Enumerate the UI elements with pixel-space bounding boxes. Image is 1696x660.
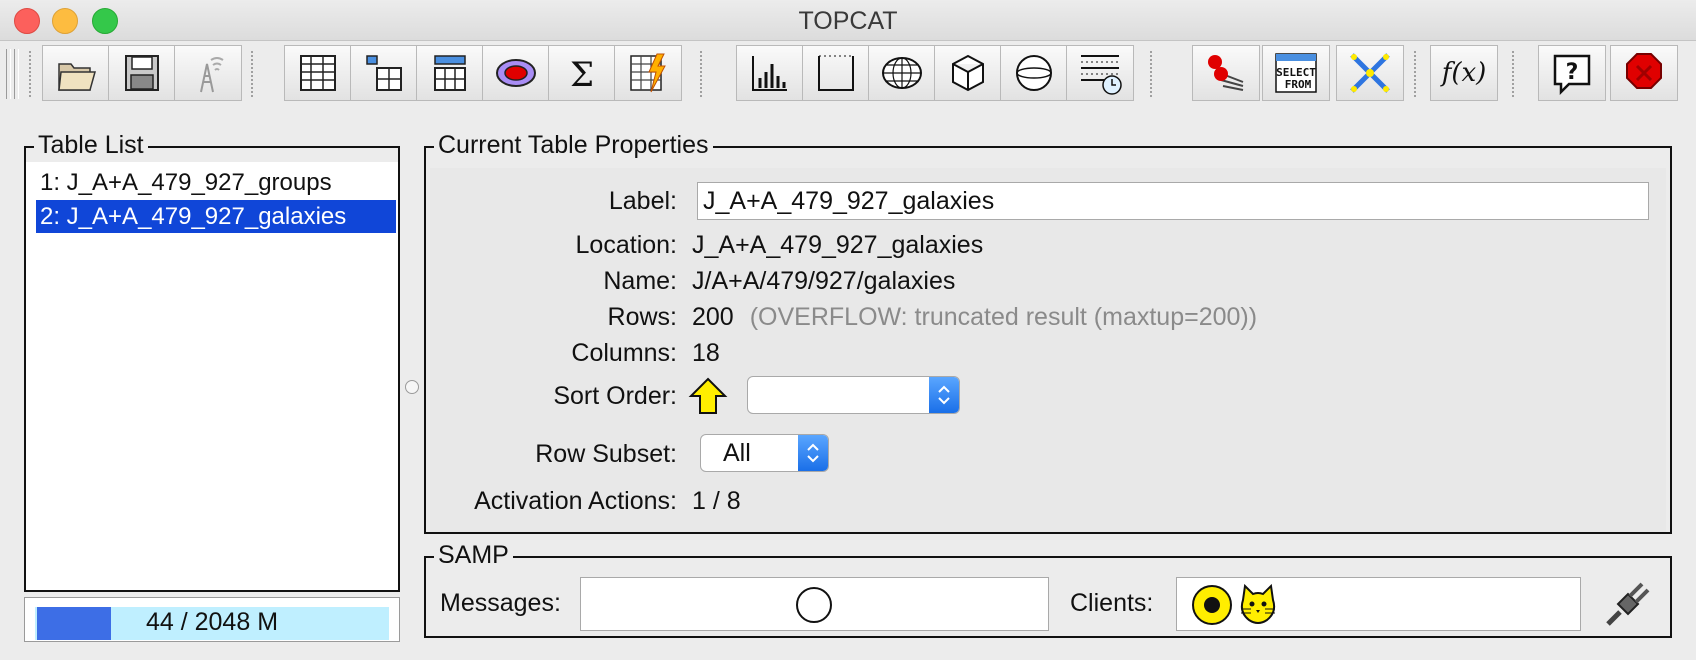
message-status-icon xyxy=(796,587,832,623)
rows-label: Rows: xyxy=(607,303,677,331)
column-metadata-button[interactable] xyxy=(350,45,418,101)
chevron-updown-icon xyxy=(798,435,828,471)
sphere-plot-icon xyxy=(1016,55,1052,91)
name-value: J/A+A/479/927/galaxies xyxy=(692,267,956,295)
open-folder-icon xyxy=(58,63,96,91)
help-button[interactable]: ? xyxy=(1538,45,1606,101)
match-icon xyxy=(1208,55,1244,91)
statistics-button[interactable]: Σ xyxy=(548,45,616,101)
activation-actions-label: Activation Actions: xyxy=(474,487,677,515)
label-label: Label: xyxy=(608,187,677,215)
messages-label: Messages: xyxy=(440,589,561,617)
name-label: Name: xyxy=(603,267,677,295)
concatenate-select-icon: SELECT FROM xyxy=(1275,53,1317,93)
exit-button[interactable] xyxy=(1610,45,1678,101)
toolbar-separator xyxy=(1150,51,1152,97)
memory-monitor[interactable]: 44 / 2048 M xyxy=(24,597,400,642)
location-label: Location: xyxy=(575,231,677,259)
histogram-icon xyxy=(752,56,787,91)
memory-usage-text: 44 / 2048 M xyxy=(145,608,279,636)
row-subset-select[interactable]: All xyxy=(700,434,829,472)
subsets-icon xyxy=(496,59,536,87)
cone-search-button[interactable] xyxy=(1336,45,1404,101)
open-button[interactable] xyxy=(42,45,110,101)
chevron-updown-icon xyxy=(929,377,959,413)
broadcast-button[interactable] xyxy=(174,45,242,101)
sort-order-select[interactable] xyxy=(747,376,960,414)
exit-icon xyxy=(1626,53,1662,89)
row-subset-selected: All xyxy=(723,439,751,467)
toolbar-separator xyxy=(700,51,702,97)
window-title: TOPCAT xyxy=(798,7,898,35)
svg-text:Σ: Σ xyxy=(570,55,594,95)
samp-connect-plug-icon[interactable] xyxy=(1600,578,1654,632)
time-plot-button[interactable] xyxy=(1066,45,1134,101)
toolbar-separator xyxy=(251,51,253,97)
samp-messages-field[interactable] xyxy=(580,577,1049,631)
clients-label: Clients: xyxy=(1070,589,1154,617)
subsets-button[interactable] xyxy=(482,45,550,101)
cube-plot-icon xyxy=(952,54,984,92)
toolbar-grip[interactable] xyxy=(14,49,19,99)
save-icon xyxy=(125,55,159,91)
table-list-item-label: 1: J_A+A_479_927_groups xyxy=(40,169,332,196)
columns-value: 18 xyxy=(692,339,720,367)
cone-search-icon xyxy=(1350,53,1390,93)
toolbar-separator xyxy=(1512,51,1514,97)
sky-plot-icon xyxy=(882,57,922,89)
samp-title: SAMP xyxy=(434,541,513,569)
concatenate-select-button[interactable]: SELECT FROM xyxy=(1262,45,1330,101)
rows-value: 200 xyxy=(692,303,734,331)
function-button[interactable]: f(x) xyxy=(1430,45,1498,101)
table-list-item-label: 2: J_A+A_479_927_galaxies xyxy=(40,203,347,230)
topcat-client-cat-icon[interactable] xyxy=(1237,582,1279,626)
time-plot-icon xyxy=(1081,55,1122,95)
table-properties-title: Current Table Properties xyxy=(434,131,713,159)
sphere-plot-button[interactable] xyxy=(1000,45,1068,101)
sort-order-label: Sort Order: xyxy=(553,382,677,410)
histogram-button[interactable] xyxy=(736,45,804,101)
sky-plot-button[interactable] xyxy=(868,45,936,101)
splitter-handle[interactable] xyxy=(405,380,419,394)
activation-button[interactable] xyxy=(614,45,682,101)
table-list-item[interactable]: 1: J_A+A_479_927_groups xyxy=(36,166,396,199)
toolbar-separator xyxy=(29,51,31,97)
activation-icon xyxy=(630,53,666,93)
table-list-item-selected[interactable]: 2: J_A+A_479_927_galaxies xyxy=(36,200,396,233)
table-parameters-icon xyxy=(434,55,466,91)
table-parameters-button[interactable] xyxy=(416,45,484,101)
broadcast-icon xyxy=(200,57,224,93)
toolbar-separator xyxy=(1414,51,1416,97)
plane-plot-icon xyxy=(818,55,854,91)
cube-plot-button[interactable] xyxy=(934,45,1002,101)
table-data-button[interactable] xyxy=(284,45,352,101)
sort-direction-arrow-icon[interactable] xyxy=(688,376,728,416)
location-value: J_A+A_479_927_galaxies xyxy=(692,231,984,259)
columns-label: Columns: xyxy=(571,339,677,367)
match-button[interactable] xyxy=(1192,45,1260,101)
table-label-input[interactable]: J_A+A_479_927_galaxies xyxy=(697,182,1649,220)
rows-value-line: 200 (OVERFLOW: truncated result (maxtup=2… xyxy=(692,302,1257,332)
help-icon: ? xyxy=(1553,54,1591,96)
plane-plot-button[interactable] xyxy=(802,45,870,101)
rows-overflow-note: (OVERFLOW: truncated result (maxtup=200)… xyxy=(749,303,1258,331)
function-icon: f(x) xyxy=(1441,58,1487,88)
save-button[interactable] xyxy=(108,45,176,101)
samp-hub-icon[interactable] xyxy=(1191,584,1233,626)
table-list-title: Table List xyxy=(34,131,148,159)
table-data-icon xyxy=(300,55,336,91)
statistics-icon: Σ xyxy=(570,55,594,95)
toolbar: Σ SELECT FROM f(x) ? xyxy=(0,41,1696,107)
svg-text:FROM: FROM xyxy=(1285,78,1312,91)
table-list[interactable]: 1: J_A+A_479_927_groups 2: J_A+A_479_927… xyxy=(26,162,398,590)
svg-text:?: ? xyxy=(1566,60,1579,85)
samp-clients-field[interactable] xyxy=(1176,577,1581,631)
row-subset-label: Row Subset: xyxy=(535,440,677,468)
toolbar-grip[interactable] xyxy=(6,49,11,99)
title-bar: TOPCAT xyxy=(0,0,1696,41)
activation-actions-value: 1 / 8 xyxy=(692,487,741,515)
column-metadata-icon xyxy=(366,55,402,91)
